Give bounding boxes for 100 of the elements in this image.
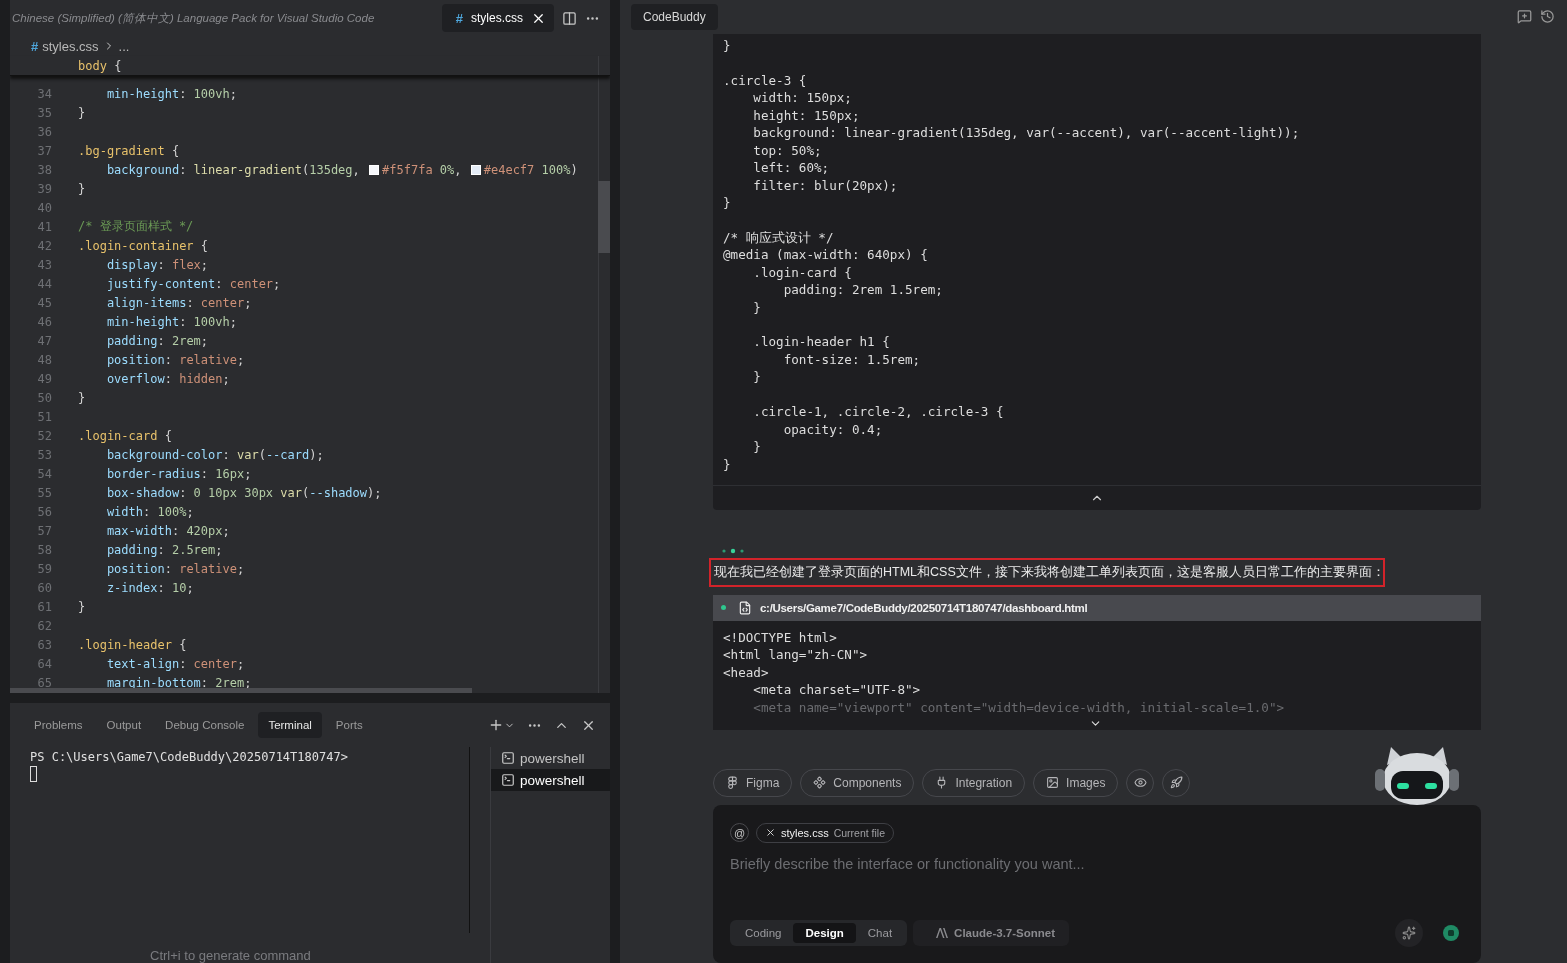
code-line: height: 150px;	[752, 106, 861, 125]
code-line: @media (max-width: 640px) {	[723, 246, 929, 264]
code-text: display: flex;	[105, 257, 209, 272]
code-line: .login-card {	[752, 263, 853, 282]
extension-title[interactable]: Chinese (Simplified) (简体中文) Language Pack for Visual Studio Code	[12, 10, 434, 26]
code-line: top: 50%;	[752, 141, 823, 160]
panel-tab[interactable]: Ports	[325, 712, 373, 738]
code-text: border-radius: 16px;	[105, 466, 252, 481]
line-number: 38	[36, 162, 52, 177]
terminal-session[interactable]: powershell	[491, 769, 610, 791]
code-line: }	[752, 438, 762, 456]
line-number: 56	[36, 504, 52, 519]
line-number: 40	[36, 200, 52, 215]
terminal-icon	[501, 773, 515, 787]
line-number: 64	[36, 656, 52, 671]
code-line: filter: blur(20px);	[752, 176, 899, 194]
history-icon[interactable]	[1540, 9, 1555, 24]
terminal-hint: Ctrl+i to generate command	[150, 948, 311, 963]
line-number: 45	[36, 295, 52, 310]
context-file: styles.css	[781, 826, 829, 839]
rocket-icon	[1169, 776, 1183, 790]
scrollbar-thumb[interactable]	[10, 688, 472, 693]
color-swatch[interactable]	[470, 164, 481, 175]
code-line: <html lang="zh-CN">	[723, 646, 869, 664]
line-number: 62	[36, 618, 52, 633]
logo-icon	[935, 927, 950, 938]
color-swatch[interactable]	[369, 164, 380, 175]
model-selector[interactable]: Claude-3.7-Sonnet	[913, 919, 1070, 946]
diamond-dots-icon	[813, 776, 827, 790]
line-number: 60	[36, 580, 52, 595]
code-text: }	[78, 390, 86, 405]
code-line: <meta charset="UTF-8">	[752, 681, 922, 699]
line-number: 42	[36, 238, 52, 253]
eye-icon	[1133, 776, 1147, 790]
line-number: 59	[36, 561, 52, 576]
line-number: 55	[36, 485, 52, 500]
code-text: /* 登录页面样式 */	[78, 218, 194, 235]
code-line: }	[752, 368, 762, 386]
panel-tab[interactable]: Problems	[24, 712, 93, 738]
code-line: .login-header h1 {	[752, 333, 891, 351]
code-line: font-size: 1.5rem;	[782, 350, 922, 369]
code-text: }	[78, 181, 86, 196]
line-number: 49	[36, 371, 52, 386]
split-editor-icon[interactable]	[562, 10, 577, 26]
code-text: align-items: center;	[105, 295, 252, 310]
line-number: 39	[36, 181, 52, 196]
code-text: justify-content: center;	[105, 276, 281, 291]
code-text: body {	[78, 59, 122, 73]
code-line: }	[752, 298, 762, 316]
scrollbar-thumb[interactable]	[598, 181, 610, 253]
file-code-icon	[738, 600, 752, 615]
code-text: .login-header {	[78, 637, 187, 652]
code-text: background-color: var(--card);	[105, 447, 324, 462]
terminal-prompt: PS C:\Users\Game7\CodeBuddy\20250714T180747>	[30, 750, 349, 764]
code-line: <head>	[723, 663, 770, 682]
close-icon[interactable]	[765, 827, 776, 839]
breadcrumb-more[interactable]: ...	[118, 38, 130, 54]
code-text: min-height: 100vh;	[105, 314, 237, 329]
line-number: 35	[36, 105, 52, 120]
new-terminal-icon[interactable]	[488, 717, 515, 733]
code-text: max-width: 420px;	[105, 523, 230, 538]
image-icon	[1046, 776, 1060, 790]
line-number: 58	[36, 542, 52, 557]
code-text: text-align: center;	[105, 656, 245, 671]
new-chat-icon[interactable]	[1517, 9, 1532, 24]
line-number: 43	[36, 257, 52, 272]
mode-tab[interactable]: Chat	[855, 922, 905, 943]
line-number: 53	[36, 447, 52, 462]
code-text: box-shadow: 0 10px 30px var(--shadow);	[105, 485, 382, 500]
prompt-field[interactable]: Briefly describe the interface or functionality you want...	[730, 852, 1465, 875]
code-line: <!DOCTYPE html>	[723, 628, 838, 647]
line-number: 41	[36, 219, 52, 234]
breadcrumb-file[interactable]: styles.css	[42, 38, 99, 54]
code-line: }	[723, 455, 732, 473]
line-number: 44	[36, 276, 52, 291]
code-text: #e4ecf7 100%)	[483, 162, 578, 177]
figma-logo-icon	[726, 776, 739, 790]
line-number: 50	[36, 390, 52, 405]
panel-tab[interactable]: CodeBuddy	[631, 4, 718, 30]
panel-tab[interactable]: Debug Console	[155, 712, 255, 738]
panel-tab[interactable]: Terminal	[258, 712, 322, 738]
sparkle-icon[interactable]	[1395, 918, 1423, 947]
code-text: padding: 2rem;	[105, 333, 209, 348]
code-text: .bg-gradient {	[78, 143, 180, 158]
code-text: position: relative;	[105, 561, 245, 576]
code-text: .login-card {	[78, 428, 172, 443]
line-number: 61	[36, 599, 52, 614]
mode-tab[interactable]: Design	[793, 922, 856, 943]
code-text: background: linear-gradient(135deg,	[105, 162, 361, 177]
code-text: z-index: 10;	[105, 580, 194, 595]
line-number: 57	[36, 523, 52, 538]
file-tab[interactable]: # styles.css	[441, 4, 554, 32]
mode-tab[interactable]: Coding	[733, 922, 794, 943]
line-number: 37	[36, 143, 52, 158]
code-line: }	[723, 37, 732, 55]
panel-tab[interactable]: Output	[96, 712, 152, 738]
line-number: 48	[36, 352, 52, 367]
line-number: 47	[36, 333, 52, 348]
line-number: 63	[36, 637, 52, 652]
code-line: /* 响应式设计 */	[723, 228, 835, 247]
